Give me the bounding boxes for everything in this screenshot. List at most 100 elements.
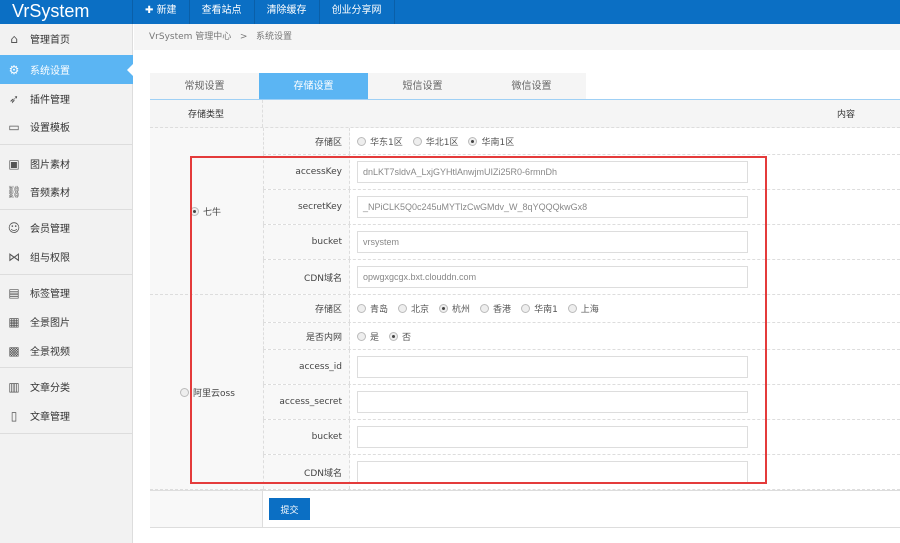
storage-table: 存储类型 内容 七牛 阿里云oss 存储区 华东1区 华北1区 华南1区 accessK… bbox=[150, 99, 900, 529]
view-site-link[interactable]: 查看站点 bbox=[190, 0, 255, 24]
tab-wechat[interactable]: 微信设置 bbox=[477, 73, 586, 100]
sidebar-item-label: 文章分类 bbox=[30, 383, 70, 394]
oss-intranet-row: 是否内网是否 bbox=[263, 323, 900, 350]
oss-intranet-option[interactable]: 否 bbox=[389, 330, 411, 343]
new-button[interactable]: ✚ 新建 bbox=[133, 0, 190, 24]
option-label: 华南1 bbox=[534, 305, 558, 315]
tab-general[interactable]: 常规设置 bbox=[150, 73, 259, 100]
radio-button[interactable] bbox=[412, 136, 422, 146]
sidebar-item[interactable]: ▤ 标签管理 bbox=[0, 278, 133, 307]
radio-button[interactable] bbox=[439, 304, 449, 313]
qiniu-cdn-input[interactable]: opwgxgcgx.bxt.clouddn.com bbox=[357, 266, 748, 288]
oss-region-option[interactable]: 杭州 bbox=[439, 302, 470, 315]
oss-field-row: CDN域名 bbox=[263, 455, 900, 490]
plus-icon: ✚ bbox=[145, 5, 157, 16]
oss-cdn-input[interactable] bbox=[357, 461, 748, 483]
sidebar-divider bbox=[0, 433, 133, 434]
oss-access_secret-input[interactable] bbox=[357, 391, 748, 413]
sidebar-item-label: 图片素材 bbox=[30, 160, 70, 171]
field-value bbox=[350, 350, 900, 384]
sidebar-item[interactable]: ⌂ 管理首页 bbox=[0, 24, 133, 53]
qiniu-field-row: secretKey _NPiCLK5Q0c245uMYTlzCwGMdv_W_8q… bbox=[263, 190, 900, 225]
sidebar-item[interactable]: ▦ 全景图片 bbox=[0, 307, 133, 336]
header-type: 存储类型 bbox=[150, 100, 263, 127]
share-network-link[interactable]: 创业分享网 bbox=[320, 0, 395, 24]
top-nav: ✚ 新建 查看站点 清除缓存 创业分享网 bbox=[133, 0, 395, 24]
app-logo[interactable]: VrSystem bbox=[0, 0, 133, 24]
qiniu-bucket-input[interactable]: vrsystem bbox=[357, 231, 748, 253]
radio-button[interactable] bbox=[468, 136, 478, 146]
field-label: 是否内网 bbox=[263, 323, 350, 349]
qiniu-secretkey-input[interactable]: _NPiCLK5Q0c245uMYTlzCwGMdv_W_8qYQQQkwGx8 bbox=[357, 196, 748, 218]
oss-region-option[interactable]: 北京 bbox=[398, 302, 429, 315]
option-label: 上海 bbox=[580, 305, 599, 315]
settings-tabs: 常规设置 存储设置 短信设置 微信设置 bbox=[150, 73, 586, 100]
oss-region-option[interactable]: 华南1 bbox=[521, 302, 558, 315]
oss-region-option[interactable]: 上海 bbox=[567, 302, 599, 315]
field-label: secretKey bbox=[263, 190, 350, 224]
home-icon: ⌂ bbox=[10, 31, 18, 46]
qiniu-region-option[interactable]: 华南1区 bbox=[468, 135, 514, 148]
tab-storage[interactable]: 存储设置 bbox=[259, 73, 368, 100]
sidebar-item-label: 系统设置 bbox=[30, 66, 70, 77]
radio-button[interactable] bbox=[389, 331, 399, 341]
radio-button[interactable] bbox=[398, 304, 408, 313]
sidebar-item[interactable]: ▣ 图片素材 bbox=[0, 149, 133, 178]
sidebar-item-label: 组与权限 bbox=[30, 253, 70, 264]
oss-access_id-input[interactable] bbox=[357, 356, 748, 378]
sidebar-item[interactable]: ⚙ 系统设置 bbox=[0, 55, 134, 84]
sidebar-item[interactable]: ☺ 会员管理 bbox=[0, 213, 133, 242]
sidebar-item-label: 管理首页 bbox=[30, 35, 70, 46]
option-label: 北京 bbox=[411, 305, 430, 315]
link-icon: ⛓ bbox=[6, 184, 22, 199]
field-value: 华东1区 华北1区 华南1区 bbox=[350, 128, 900, 154]
sidebar-item-label: 音频素材 bbox=[30, 188, 70, 199]
header-content: 内容 bbox=[836, 110, 855, 120]
sidebar-item[interactable]: ▯ 文章管理 bbox=[0, 401, 133, 430]
radio-button[interactable] bbox=[357, 331, 366, 341]
clear-cache-link[interactable]: 清除缓存 bbox=[255, 0, 320, 24]
qiniu-region-option[interactable]: 华北1区 bbox=[412, 135, 458, 148]
sidebar-item-label: 全景视频 bbox=[30, 347, 70, 358]
sidebar-item[interactable]: ▩ 全景视频 bbox=[0, 336, 133, 365]
sidebar-item-label: 全景图片 bbox=[30, 318, 70, 329]
option-label: 香港 bbox=[493, 305, 512, 315]
qiniu-region-option[interactable]: 华东1区 bbox=[357, 135, 403, 148]
radio-button[interactable] bbox=[357, 136, 366, 146]
radio-button[interactable] bbox=[357, 304, 366, 313]
sidebar-item[interactable]: ➶ 插件管理 bbox=[0, 84, 133, 113]
option-label: 华南1区 bbox=[481, 137, 515, 148]
storage-type-qiniu[interactable]: 七牛 bbox=[150, 128, 263, 295]
qiniu-accesskey-input[interactable]: dnLKT7sldvA_LxjGYHtlAnwjmUIZi25R0-6rmnDh bbox=[357, 161, 748, 183]
oss-region-option[interactable]: 香港 bbox=[480, 302, 511, 315]
sidebar-item[interactable]: ▥ 文章分类 bbox=[0, 372, 133, 401]
tab-sms[interactable]: 短信设置 bbox=[368, 73, 477, 100]
grid-icon: ▩ bbox=[8, 343, 20, 358]
breadcrumb: VrSystem 管理中心 > 系统设置 bbox=[134, 24, 900, 50]
radio-button[interactable] bbox=[521, 304, 531, 313]
storage-type-oss[interactable]: 阿里云oss bbox=[150, 295, 263, 490]
oss-radio[interactable] bbox=[180, 387, 189, 397]
panorama-icon: ▦ bbox=[8, 314, 20, 329]
qiniu-radio[interactable] bbox=[190, 206, 199, 216]
sidebar-item-label: 文章管理 bbox=[30, 412, 70, 423]
oss-bucket-input[interactable] bbox=[357, 426, 748, 448]
oss-intranet-option[interactable]: 是 bbox=[357, 330, 379, 343]
oss-field-row: bucket bbox=[263, 420, 900, 455]
radio-button[interactable] bbox=[480, 304, 490, 313]
sidebar-divider bbox=[0, 274, 133, 275]
field-label: access_secret bbox=[263, 385, 350, 419]
field-value: 是否 bbox=[350, 323, 900, 349]
breadcrumb-root[interactable]: VrSystem 管理中心 bbox=[149, 32, 231, 42]
radio-button[interactable] bbox=[567, 304, 577, 313]
field-value: _NPiCLK5Q0c245uMYTlzCwGMdv_W_8qYQQQkwGx8 bbox=[350, 190, 900, 224]
sidebar-item[interactable]: ⋈ 组与权限 bbox=[0, 242, 133, 271]
oss-field-row: access_id bbox=[263, 350, 900, 385]
qiniu-label: 七牛 bbox=[203, 207, 222, 218]
sidebar-item[interactable]: ⛓ 音频素材 bbox=[0, 177, 133, 206]
submit-button[interactable]: 提交 bbox=[269, 498, 310, 520]
field-label: access_id bbox=[263, 350, 350, 384]
sidebar-item[interactable]: ▭ 设置模板 bbox=[0, 112, 133, 141]
oss-region-option[interactable]: 青岛 bbox=[357, 302, 388, 315]
field-value: 青岛 北京 杭州 香港 华南1 上海 bbox=[350, 295, 900, 322]
